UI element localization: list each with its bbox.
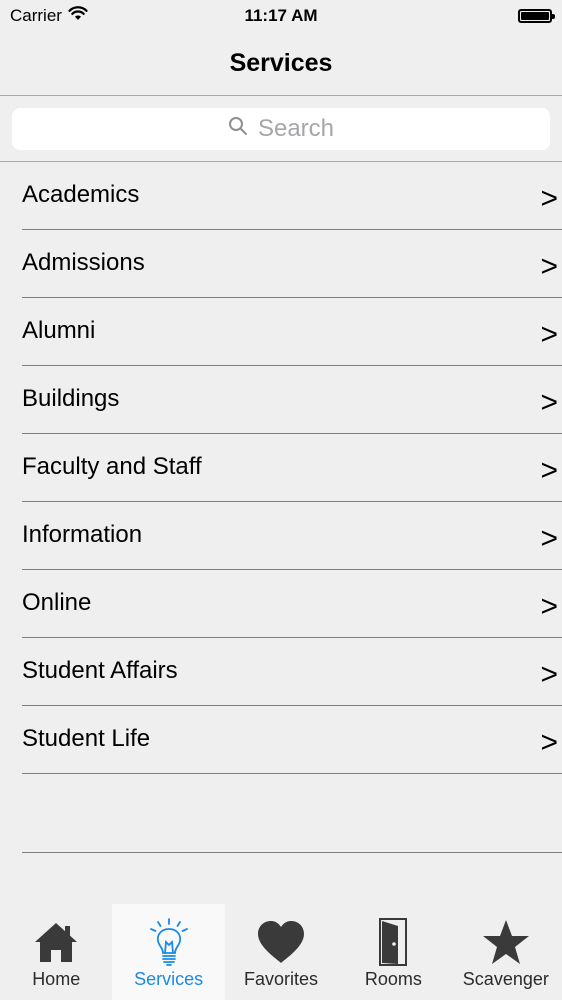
- list-item-label: Academics: [22, 180, 140, 208]
- chevron-right-icon: >: [540, 181, 558, 215]
- wifi-icon: [68, 6, 88, 26]
- heart-icon: [256, 917, 306, 967]
- list-item-alumni[interactable]: Alumni >: [22, 298, 562, 366]
- list-item-label: Faculty and Staff: [22, 452, 202, 480]
- tab-label: Home: [32, 969, 81, 989]
- list-item-admissions[interactable]: Admissions >: [22, 230, 562, 298]
- tab-rooms[interactable]: Rooms: [337, 904, 449, 1000]
- search-bar: Search: [0, 96, 562, 162]
- tab-bar: Home Services Favorites Rooms Scavenger: [0, 904, 562, 1000]
- list-item-label: Student Life: [22, 724, 151, 752]
- chevron-right-icon: >: [540, 453, 558, 487]
- chevron-right-icon: >: [540, 317, 558, 351]
- tab-services[interactable]: Services: [112, 904, 225, 1000]
- list-item-student-affairs[interactable]: Student Affairs >: [22, 638, 562, 706]
- tab-label: Rooms: [364, 969, 422, 989]
- services-list: Academics > Admissions > Alumni > Buildi…: [0, 162, 562, 774]
- list-item-label: Buildings: [22, 384, 120, 412]
- tab-label: Scavenger: [462, 969, 549, 989]
- chevron-right-icon: >: [540, 385, 558, 419]
- battery-icon: [518, 9, 555, 23]
- door-icon: [376, 917, 410, 967]
- empty-row-divider: [22, 785, 562, 853]
- tab-label: Favorites: [244, 969, 319, 989]
- chevron-right-icon: >: [540, 589, 558, 623]
- list-item-label: Admissions: [22, 248, 145, 276]
- search-placeholder: Search: [257, 115, 335, 142]
- list-item-label: Information: [22, 520, 143, 548]
- chevron-right-icon: >: [540, 725, 558, 759]
- search-icon: [228, 115, 248, 143]
- tab-favorites[interactable]: Favorites: [225, 904, 337, 1000]
- navigation-bar: Services: [0, 32, 562, 96]
- star-icon: [481, 917, 531, 967]
- carrier-label: Carrier: [10, 6, 62, 25]
- battery-level: [521, 12, 549, 20]
- status-left: Carrier: [10, 6, 88, 26]
- list-item-label: Alumni: [22, 316, 96, 344]
- chevron-right-icon: >: [540, 249, 558, 283]
- list-item-label: Student Affairs: [22, 656, 178, 684]
- list-item-information[interactable]: Information >: [22, 502, 562, 570]
- list-item-academics[interactable]: Academics >: [22, 162, 562, 230]
- tab-home[interactable]: Home: [0, 904, 112, 1000]
- status-bar: Carrier 11:17 AM: [0, 0, 562, 32]
- status-time: 11:17 AM: [244, 6, 318, 25]
- home-icon: [32, 917, 80, 967]
- tab-scavenger[interactable]: Scavenger: [450, 904, 562, 1000]
- chevron-right-icon: >: [540, 657, 558, 691]
- tab-label: Services: [134, 969, 204, 989]
- list-item-student-life[interactable]: Student Life >: [22, 706, 562, 774]
- chevron-right-icon: >: [540, 521, 558, 555]
- page-title: Services: [229, 49, 333, 77]
- list-item-faculty-and-staff[interactable]: Faculty and Staff >: [22, 434, 562, 502]
- list-item-online[interactable]: Online >: [22, 570, 562, 638]
- search-input[interactable]: Search: [12, 108, 550, 150]
- list-item-buildings[interactable]: Buildings >: [22, 366, 562, 434]
- list-item-label: Online: [22, 588, 92, 616]
- lightbulb-icon: [149, 917, 189, 967]
